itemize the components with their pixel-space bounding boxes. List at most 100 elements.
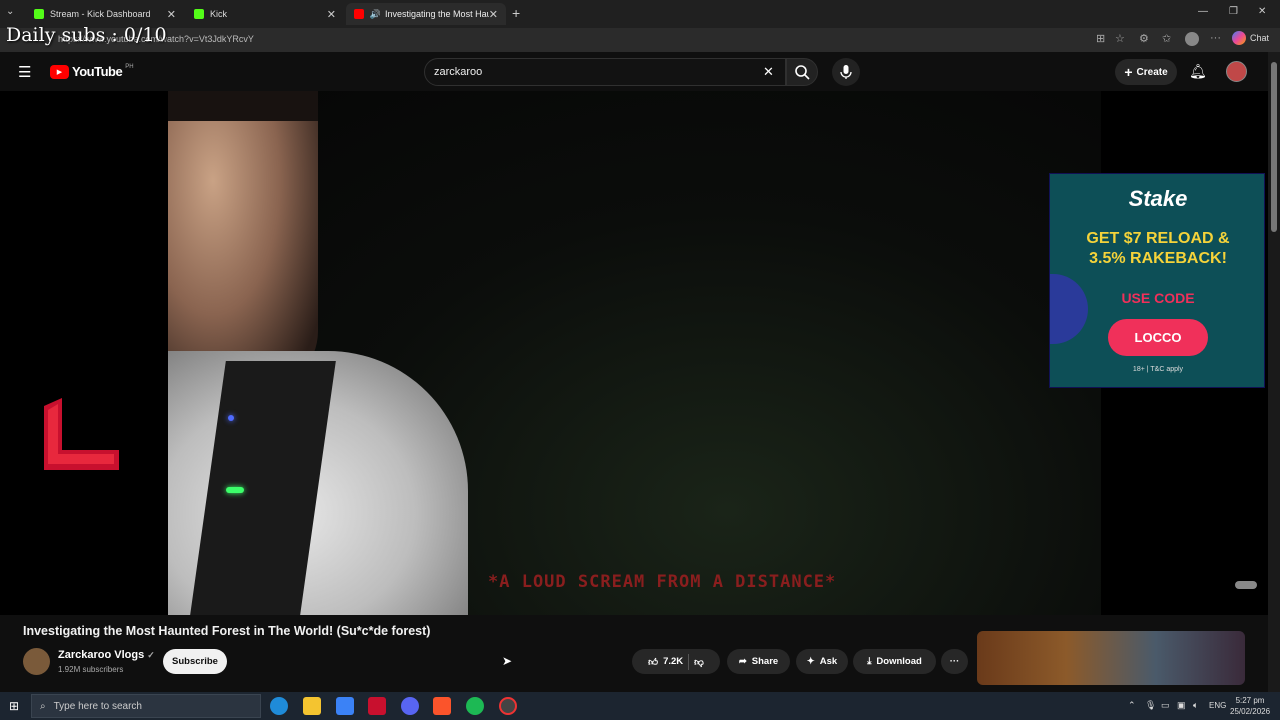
close-tab-icon[interactable]: ✕ (327, 8, 336, 21)
channel-name-text: Zarckaroo Vlogs (58, 649, 145, 661)
plus-icon: + (1124, 64, 1133, 80)
mail-icon[interactable] (336, 697, 354, 715)
subtitles-toggle-icon[interactable] (1235, 581, 1257, 589)
spotify-icon[interactable] (466, 697, 484, 715)
red-app-icon[interactable] (368, 697, 386, 715)
tab-label: Stream - Kick Dashboard (50, 9, 151, 19)
search-icon: ⌕ (40, 700, 46, 712)
ad-brand: Stake (1128, 186, 1188, 211)
like-button[interactable]: 👍︎ 7.2K (648, 656, 683, 668)
edge-icon[interactable] (270, 697, 288, 715)
search-input[interactable]: zarckaroo (434, 66, 482, 78)
kick-favicon-icon (194, 9, 204, 19)
search-button[interactable] (786, 58, 818, 86)
clock-date: 25/02/2026 (1230, 707, 1271, 716)
video-frame[interactable] (168, 91, 1101, 615)
stake-ad-banner[interactable]: Stake GET $7 RELOAD & 3.5% RAKEBACK! USE… (1049, 173, 1265, 388)
obs-icon[interactable] (499, 697, 517, 715)
download-icon: ⤓ (867, 656, 872, 667)
search-icon (795, 65, 810, 80)
scrollbar-thumb[interactable] (1271, 62, 1277, 232)
verified-badge-icon: ✓ (147, 650, 155, 660)
tab-kick[interactable]: Kick ✕ (186, 3, 344, 25)
favorite-star-icon[interactable]: ☆ (1115, 32, 1125, 45)
blue-light-icon (228, 415, 234, 421)
sparkle-icon: ✦ (806, 656, 815, 667)
display-tray-icon[interactable]: ▣ (1177, 700, 1186, 711)
video-caption: *A LOUD SCREAM FROM A DISTANCE* (488, 572, 837, 592)
download-button[interactable]: ⤓ Download (853, 649, 936, 674)
discord-icon[interactable] (401, 697, 419, 715)
browser-tab-bar: ⌄ Stream - Kick Dashboard ✕ Kick ✕ 🔊 Inv… (0, 0, 1280, 28)
speaker-icon[interactable]: 🔊 (370, 9, 381, 20)
taskbar-search[interactable]: ⌕ Type here to search (31, 694, 261, 718)
copilot-icon (1232, 31, 1246, 45)
region-code: PH (125, 64, 134, 70)
volume-tray-icon[interactable]: 🔈︎ (1193, 700, 1198, 711)
close-window-icon[interactable]: ✕ (1258, 6, 1266, 17)
mouse-cursor-icon: ➤ (502, 654, 513, 668)
brave-icon[interactable] (433, 697, 451, 715)
create-button[interactable]: + Create (1115, 59, 1177, 85)
account-avatar[interactable] (1226, 61, 1247, 82)
daily-subs-overlay: Daily subs : 0/10 (6, 24, 167, 46)
channel-watermark-logo (44, 398, 119, 470)
network-tray-icon[interactable]: ▭ (1161, 700, 1170, 711)
hamburger-menu-icon[interactable]: ☰ (18, 63, 31, 81)
start-windows-icon[interactable]: ⊞ (9, 699, 19, 713)
share-icon: ➦ (738, 656, 747, 667)
youtube-logo-text: YouTube (72, 64, 123, 79)
subscriber-count: 1.92M subscribers (58, 665, 124, 674)
youtube-play-logo-icon: ▶ (50, 64, 69, 79)
like-dislike-group: 👍︎ 7.2K 👎︎ (632, 649, 720, 674)
thumbs-down-icon[interactable]: 👎︎ (694, 656, 704, 668)
video-title: Investigating the Most Haunted Forest in… (23, 624, 431, 638)
tab-list-chevron-icon[interactable]: ⌄ (6, 6, 14, 17)
tray-chevron-icon[interactable]: ⌃ (1128, 700, 1136, 711)
recommended-video-thumbnail[interactable] (977, 631, 1245, 685)
more-actions-button[interactable]: ··· (941, 649, 968, 674)
youtube-favicon-icon (354, 9, 364, 19)
share-label: Share (751, 656, 779, 667)
restore-icon[interactable]: ❐ (1229, 6, 1238, 17)
channel-name[interactable]: Zarckaroo Vlogs ✓ (58, 649, 155, 661)
tab-kick-dashboard[interactable]: Stream - Kick Dashboard ✕ (26, 3, 184, 25)
ad-ball-graphic (1050, 274, 1088, 344)
more-menu-icon[interactable]: ··· (1210, 32, 1221, 44)
new-tab-icon[interactable]: + (512, 5, 520, 21)
close-tab-icon[interactable]: ✕ (167, 8, 176, 21)
system-clock[interactable]: 5:27 pm 25/02/2026 (1230, 695, 1270, 717)
kick-favicon-icon (34, 9, 44, 19)
clock-time: 5:27 pm (1235, 696, 1265, 705)
like-divider (688, 653, 690, 670)
ad-headline-1: GET $7 RELOAD & (1086, 230, 1230, 247)
ad-code-button[interactable]: LOCCO (1108, 319, 1208, 356)
language-indicator[interactable]: ENG (1209, 701, 1226, 710)
page-scrollbar[interactable] (1268, 52, 1280, 692)
close-tab-icon[interactable]: ✕ (489, 8, 498, 21)
minimize-icon[interactable]: — (1198, 6, 1208, 17)
subscribe-button[interactable]: Subscribe (163, 649, 227, 674)
profile-icon[interactable] (1185, 32, 1199, 46)
more-horizontal-icon: ··· (949, 656, 960, 667)
ask-button[interactable]: ✦ Ask (796, 649, 848, 674)
notifications-bell-icon[interactable]: 🔔︎ (1189, 63, 1207, 80)
extensions-icon[interactable]: ⚙ (1139, 32, 1149, 45)
like-count: 7.2K (663, 656, 684, 667)
chat-label: Chat (1250, 33, 1270, 43)
share-button[interactable]: ➦ Share (727, 649, 790, 674)
channel-avatar[interactable] (23, 648, 50, 675)
ad-disclaimer: 18+ | T&C apply (1132, 366, 1184, 373)
copilot-chat-button[interactable]: Chat (1232, 31, 1269, 45)
tab-youtube-video[interactable]: 🔊 Investigating the Most Haunte ✕ (346, 3, 506, 25)
clear-search-icon[interactable]: ✕ (763, 64, 774, 80)
youtube-logo[interactable]: ▶ YouTube PH (50, 64, 134, 79)
person-hair (168, 91, 318, 121)
file-explorer-icon[interactable] (303, 697, 321, 715)
app-available-icon[interactable]: ⊞ (1096, 32, 1105, 45)
create-label: Create (1136, 66, 1168, 78)
favorites-icon[interactable]: ✩ (1162, 32, 1171, 45)
ad-headline-2: 3.5% RAKEBACK! (1089, 250, 1227, 267)
microphone-tray-icon[interactable]: 🎙︎ (1145, 700, 1156, 711)
voice-search-button[interactable] (832, 58, 860, 86)
